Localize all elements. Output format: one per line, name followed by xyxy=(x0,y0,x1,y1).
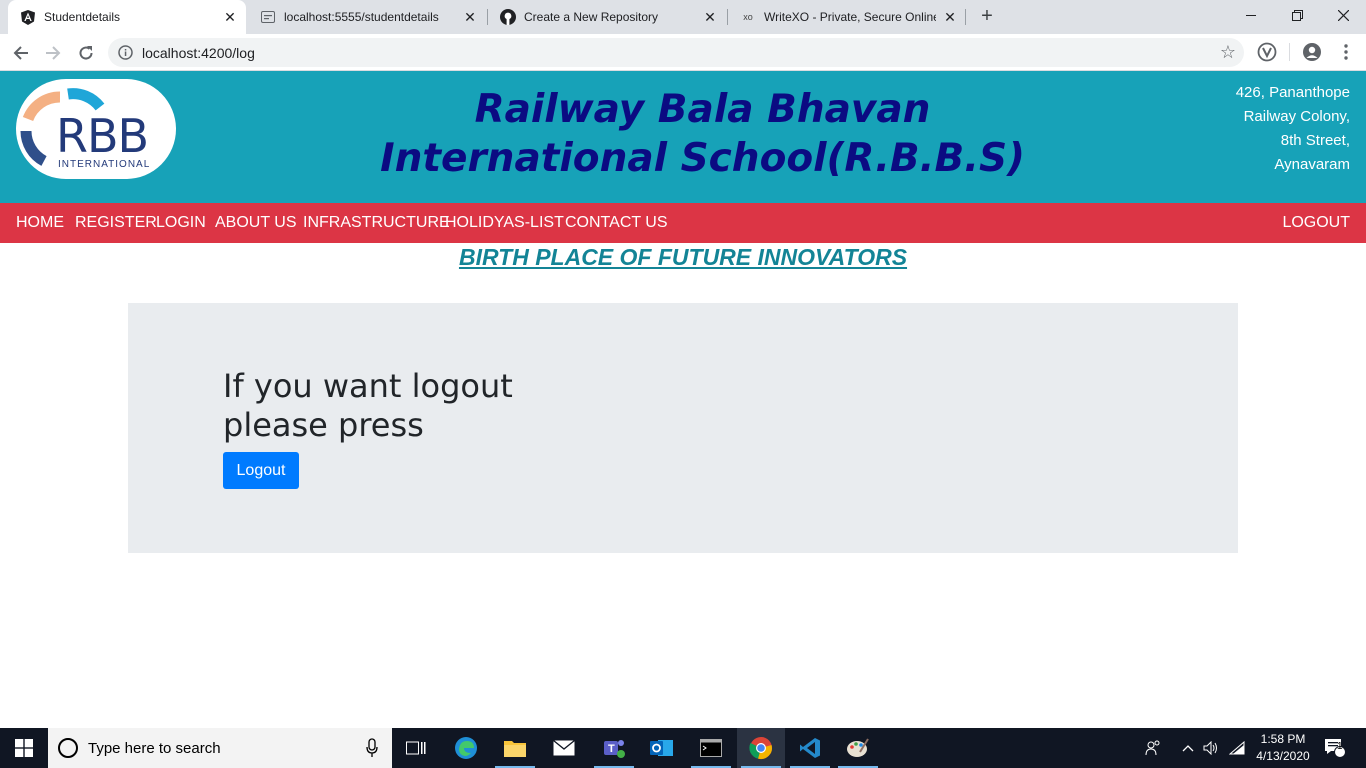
mail-icon[interactable] xyxy=(540,728,588,768)
school-logo: RBB INTERNATIONAL xyxy=(16,79,176,179)
logo-text: RBB xyxy=(56,109,149,163)
reload-button[interactable] xyxy=(72,39,100,67)
tab-github[interactable]: Create a New Repository ✕ xyxy=(488,0,726,34)
task-view-icon[interactable] xyxy=(392,728,440,768)
tab-writexo[interactable]: xo WriteXO - Private, Secure Online ✕ xyxy=(728,0,966,34)
search-placeholder: Type here to search xyxy=(88,740,221,757)
writexo-icon: xo xyxy=(743,12,753,22)
browser-tab-bar: Studentdetails ✕ localhost:5555/studentd… xyxy=(0,0,1366,34)
page-icon xyxy=(260,9,276,25)
logo-subtext: INTERNATIONAL xyxy=(58,159,151,170)
tab-localhost-5555[interactable]: localhost:5555/studentdetails ✕ xyxy=(248,0,486,34)
tab-title: Studentdetails xyxy=(44,10,121,24)
site-title: Railway Bala Bhavan International School… xyxy=(380,87,1025,181)
nav-home[interactable]: HOME xyxy=(16,214,64,232)
tab-title: WriteXO - Private, Secure Online xyxy=(764,10,936,24)
github-icon xyxy=(500,9,516,25)
browser-toolbar: localhost:4200/log ☆ xyxy=(0,34,1366,71)
menu-icon[interactable] xyxy=(1334,40,1358,64)
url-text: localhost:4200/log xyxy=(142,45,255,61)
windows-start-button[interactable] xyxy=(0,728,48,768)
nav-register[interactable]: REGISTER xyxy=(75,214,157,232)
new-tab-button[interactable]: + xyxy=(975,5,999,29)
tab-title: Create a New Repository xyxy=(524,10,659,24)
address-line: Aynavaram xyxy=(1274,156,1350,173)
school-address: 426, Pananthope Railway Colony, 8th Stre… xyxy=(1236,81,1350,177)
windows-logo-icon xyxy=(15,739,33,757)
people-icon[interactable] xyxy=(1140,728,1166,768)
paint-icon[interactable] xyxy=(834,728,882,768)
address-line: Railway Colony, xyxy=(1243,108,1350,125)
nav-contact-us[interactable]: CONTACT US xyxy=(565,214,668,232)
info-icon[interactable] xyxy=(118,45,133,60)
logout-panel: If you want logout please press Logout xyxy=(128,303,1238,553)
close-icon[interactable]: ✕ xyxy=(942,9,958,25)
tab-separator xyxy=(965,9,966,25)
logout-heading: If you want logout please press xyxy=(223,367,513,444)
nav-holidays-list[interactable]: HOLIDYAS-LIST xyxy=(445,214,564,232)
tagline[interactable]: BIRTH PLACE OF FUTURE INNOVATORS xyxy=(0,244,1366,271)
main-nav: HOME REGISTER LOGIN ABOUT US INFRASTRUCT… xyxy=(0,203,1366,243)
forward-button[interactable] xyxy=(39,39,67,67)
nav-logout[interactable]: LOGOUT xyxy=(1282,214,1350,232)
back-button[interactable] xyxy=(7,39,35,67)
chrome-icon[interactable] xyxy=(737,728,785,768)
toolbar-divider xyxy=(1289,43,1290,61)
volume-icon[interactable] xyxy=(1200,728,1222,768)
file-explorer-icon[interactable] xyxy=(491,728,539,768)
edge-icon[interactable] xyxy=(442,728,490,768)
taskbar-search-box[interactable]: Type here to search xyxy=(48,728,392,768)
address-line: 426, Pananthope xyxy=(1235,84,1350,101)
microphone-icon[interactable] xyxy=(366,738,378,758)
wifi-icon[interactable] xyxy=(1226,728,1248,768)
notification-center-icon[interactable]: 1 xyxy=(1320,728,1350,768)
tab-studentdetails[interactable]: Studentdetails ✕ xyxy=(8,0,246,34)
nav-login[interactable]: LOGIN xyxy=(156,214,206,232)
vscode-icon[interactable] xyxy=(786,728,834,768)
minimize-button[interactable] xyxy=(1228,0,1274,30)
tab-title: localhost:5555/studentdetails xyxy=(284,10,439,24)
nav-about-us[interactable]: ABOUT US xyxy=(215,214,297,232)
close-icon[interactable]: ✕ xyxy=(702,9,718,25)
address-bar[interactable]: localhost:4200/log ☆ xyxy=(108,38,1244,67)
notification-count: 1 xyxy=(1337,741,1343,752)
bookmark-star-icon[interactable]: ☆ xyxy=(1220,42,1236,63)
chevron-up-icon[interactable] xyxy=(1178,728,1198,768)
clock-time: 1:58 PM xyxy=(1260,732,1306,746)
nav-infrastructure[interactable]: INFRASTRUCTURE xyxy=(303,214,450,232)
logout-button[interactable]: Logout xyxy=(223,452,299,489)
restore-button[interactable] xyxy=(1274,0,1320,30)
site-header: RBB INTERNATIONAL Railway Bala Bhavan In… xyxy=(0,71,1366,203)
taskbar-clock[interactable]: 1:58 PM 4/13/2020 xyxy=(1250,731,1316,765)
close-icon[interactable]: ✕ xyxy=(462,9,478,25)
terminal-icon[interactable] xyxy=(687,728,735,768)
cortana-icon xyxy=(58,738,78,758)
outlook-icon[interactable] xyxy=(638,728,686,768)
address-line: 8th Street, xyxy=(1280,132,1350,149)
profile-icon[interactable] xyxy=(1300,40,1324,64)
extension-icon[interactable] xyxy=(1255,40,1279,64)
svg-text:T: T xyxy=(608,743,615,755)
close-icon[interactable]: ✕ xyxy=(222,9,238,25)
angular-icon xyxy=(20,9,36,25)
clock-date: 4/13/2020 xyxy=(1256,749,1310,763)
teams-icon[interactable]: T xyxy=(590,728,638,768)
windows-taskbar: Type here to search T 1:58 PM 4/13/2020 … xyxy=(0,728,1366,768)
close-window-button[interactable] xyxy=(1320,0,1366,30)
